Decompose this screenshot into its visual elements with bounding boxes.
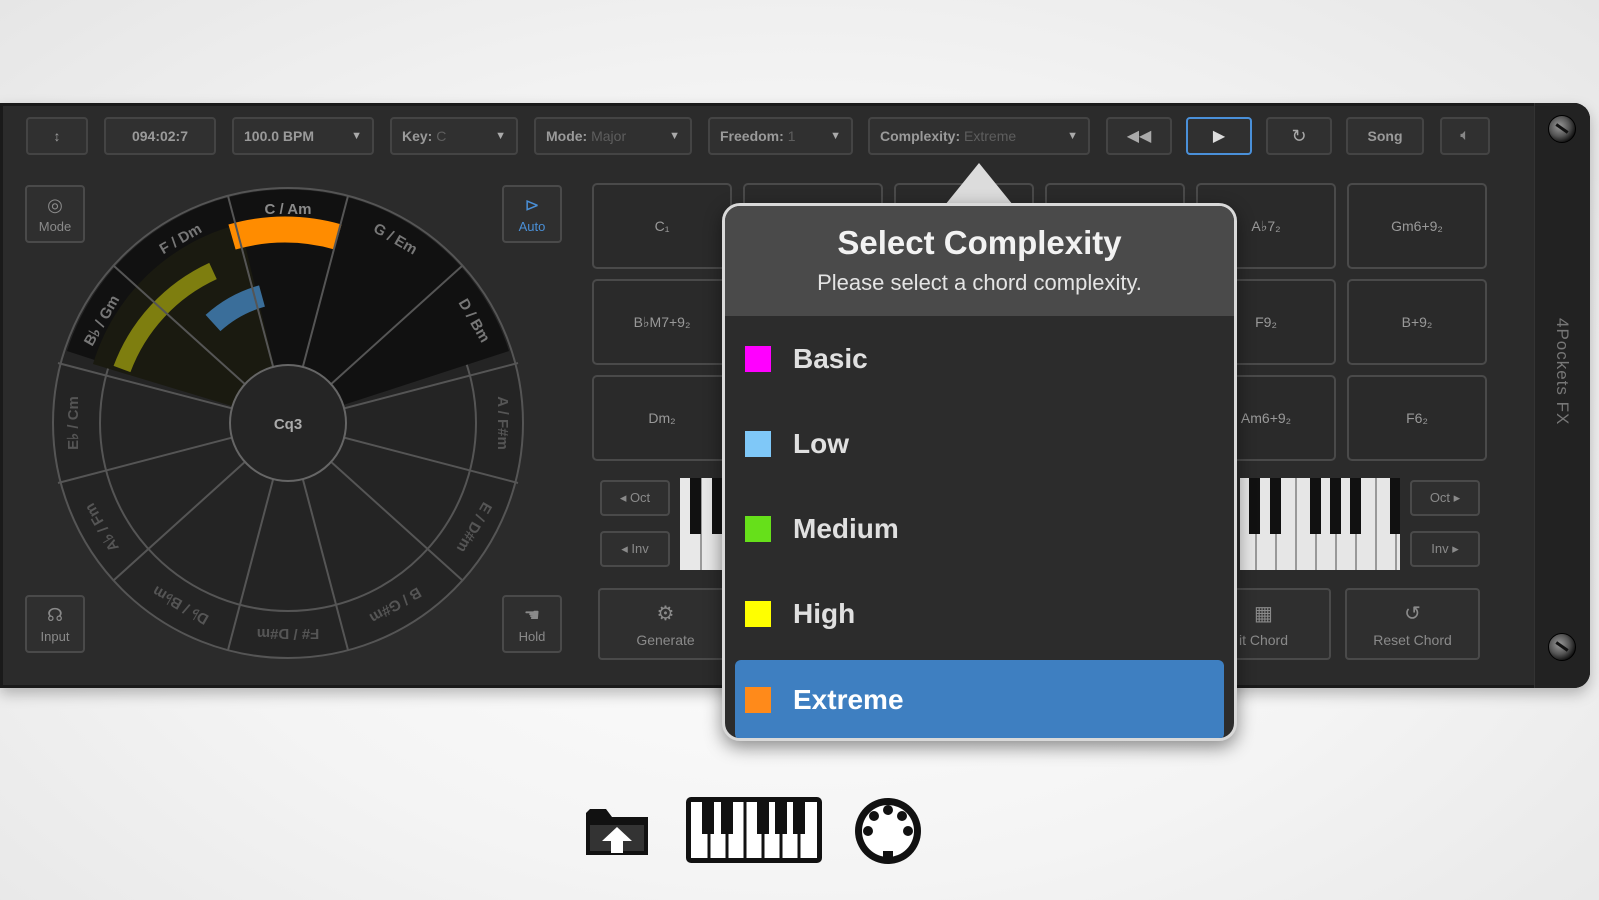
octave-down-button[interactable]: ◂ Oct xyxy=(600,480,670,516)
color-swatch xyxy=(745,430,771,457)
play-icon: ▶ xyxy=(1212,128,1226,145)
wheel-segment-label: C / Am xyxy=(265,201,312,218)
option-label: Basic xyxy=(793,342,868,374)
generate-button-label: Generate xyxy=(636,631,695,648)
chord-pad[interactable]: Gm6+9₂ xyxy=(1347,183,1487,269)
wheel-segment-label: F# / D#m xyxy=(257,625,320,642)
complexity-dropdown[interactable]: Complexity: Extreme ▼ xyxy=(868,117,1090,155)
complexity-option-high[interactable]: High xyxy=(725,571,1234,656)
side-strip: 4Pockets FX xyxy=(1534,103,1590,688)
mode-dropdown[interactable]: Mode: Major ▼ xyxy=(534,117,692,155)
wheel-center-label: Cq3 xyxy=(274,416,302,433)
brand-label: 4Pockets FX xyxy=(1553,318,1572,426)
popup-title: Select Complexity xyxy=(837,224,1122,261)
chevron-down-icon: ▼ xyxy=(351,130,362,142)
option-label: High xyxy=(793,597,856,629)
piano-black-keys xyxy=(690,478,723,534)
rewind-icon: ◀◀ xyxy=(1126,128,1152,145)
chord-wheel[interactable]: Cq3 C / Am G / Em D / Bm A / F#m E / D#m… xyxy=(48,183,528,663)
loop-icon: ↻ xyxy=(1291,125,1307,146)
option-label: Low xyxy=(793,427,849,459)
chevron-down-icon: ▼ xyxy=(495,130,506,142)
screw-icon xyxy=(1548,115,1576,143)
volume-button[interactable]: 🔈︎ xyxy=(1440,117,1490,155)
generate-icon: ⚙ xyxy=(656,602,675,625)
menu-button[interactable]: ↕ xyxy=(26,117,88,155)
complexity-option-basic[interactable]: Basic xyxy=(725,316,1234,401)
option-label: Medium xyxy=(793,512,899,544)
undo-icon: ↺ xyxy=(1404,602,1421,625)
piano-keyboard[interactable] xyxy=(1240,478,1400,570)
folder-icon[interactable] xyxy=(582,795,652,865)
chord-pad[interactable]: Dm₂ xyxy=(592,375,732,461)
play-button[interactable]: ▶ xyxy=(1186,117,1252,155)
popup-header: Select Complexity Please select a chord … xyxy=(725,206,1234,316)
octave-up-button[interactable]: Oct ▸ xyxy=(1410,480,1480,516)
popup-pointer xyxy=(945,163,1013,205)
loop-button[interactable]: ↻ xyxy=(1266,117,1332,155)
chord-pad[interactable]: B+9₂ xyxy=(1347,279,1487,365)
reset-chord-button[interactable]: ↺ Reset Chord xyxy=(1345,588,1480,660)
color-swatch xyxy=(745,687,771,713)
screw-icon xyxy=(1548,633,1576,661)
chord-pad[interactable]: C₁ xyxy=(592,183,732,269)
chevron-down-icon: ▼ xyxy=(669,130,680,142)
grid-icon: ▦ xyxy=(1254,602,1273,625)
chord-pad[interactable]: F6₂ xyxy=(1347,375,1487,461)
inversion-down-button[interactable]: ◂ Inv xyxy=(600,531,670,567)
color-swatch xyxy=(745,515,771,542)
select-complexity-popup: Select Complexity Please select a chord … xyxy=(722,203,1237,741)
piano-keyboard-icon[interactable] xyxy=(684,795,824,865)
rewind-button[interactable]: ◀◀ xyxy=(1106,117,1172,155)
key-dropdown[interactable]: Key: C ▼ xyxy=(390,117,518,155)
inversion-up-button[interactable]: Inv ▸ xyxy=(1410,531,1480,567)
chevron-down-icon: ▼ xyxy=(1067,130,1078,142)
color-swatch xyxy=(745,600,771,627)
color-swatch xyxy=(745,345,771,372)
chord-pad[interactable]: B♭M7+9₂ xyxy=(592,279,732,365)
reset-chord-button-label: Reset Chord xyxy=(1373,631,1452,648)
song-button[interactable]: Song xyxy=(1346,117,1424,155)
wheel-segment-label: A / F#m xyxy=(494,396,511,450)
position-display[interactable]: 094:02:7 xyxy=(104,117,216,155)
option-label: Extreme xyxy=(793,684,904,715)
freedom-dropdown[interactable]: Freedom: 1 ▼ xyxy=(708,117,853,155)
complexity-option-medium[interactable]: Medium xyxy=(725,486,1234,571)
complexity-option-extreme[interactable]: Extreme xyxy=(735,660,1224,738)
generate-button[interactable]: ⚙ Generate xyxy=(598,588,733,660)
chevron-down-icon: ▼ xyxy=(830,130,841,142)
midi-port-icon[interactable] xyxy=(852,795,924,867)
tempo-dropdown[interactable]: 100.0 BPM ▼ xyxy=(232,117,374,155)
edit-chord-button-label: it Chord xyxy=(1238,631,1289,648)
complexity-option-low[interactable]: Low xyxy=(725,401,1234,486)
popup-subtitle: Please select a chord complexity. xyxy=(817,270,1142,295)
speaker-icon: 🔈︎ xyxy=(1460,127,1470,144)
wheel-segment-label: E♭ / Cm xyxy=(65,396,82,450)
